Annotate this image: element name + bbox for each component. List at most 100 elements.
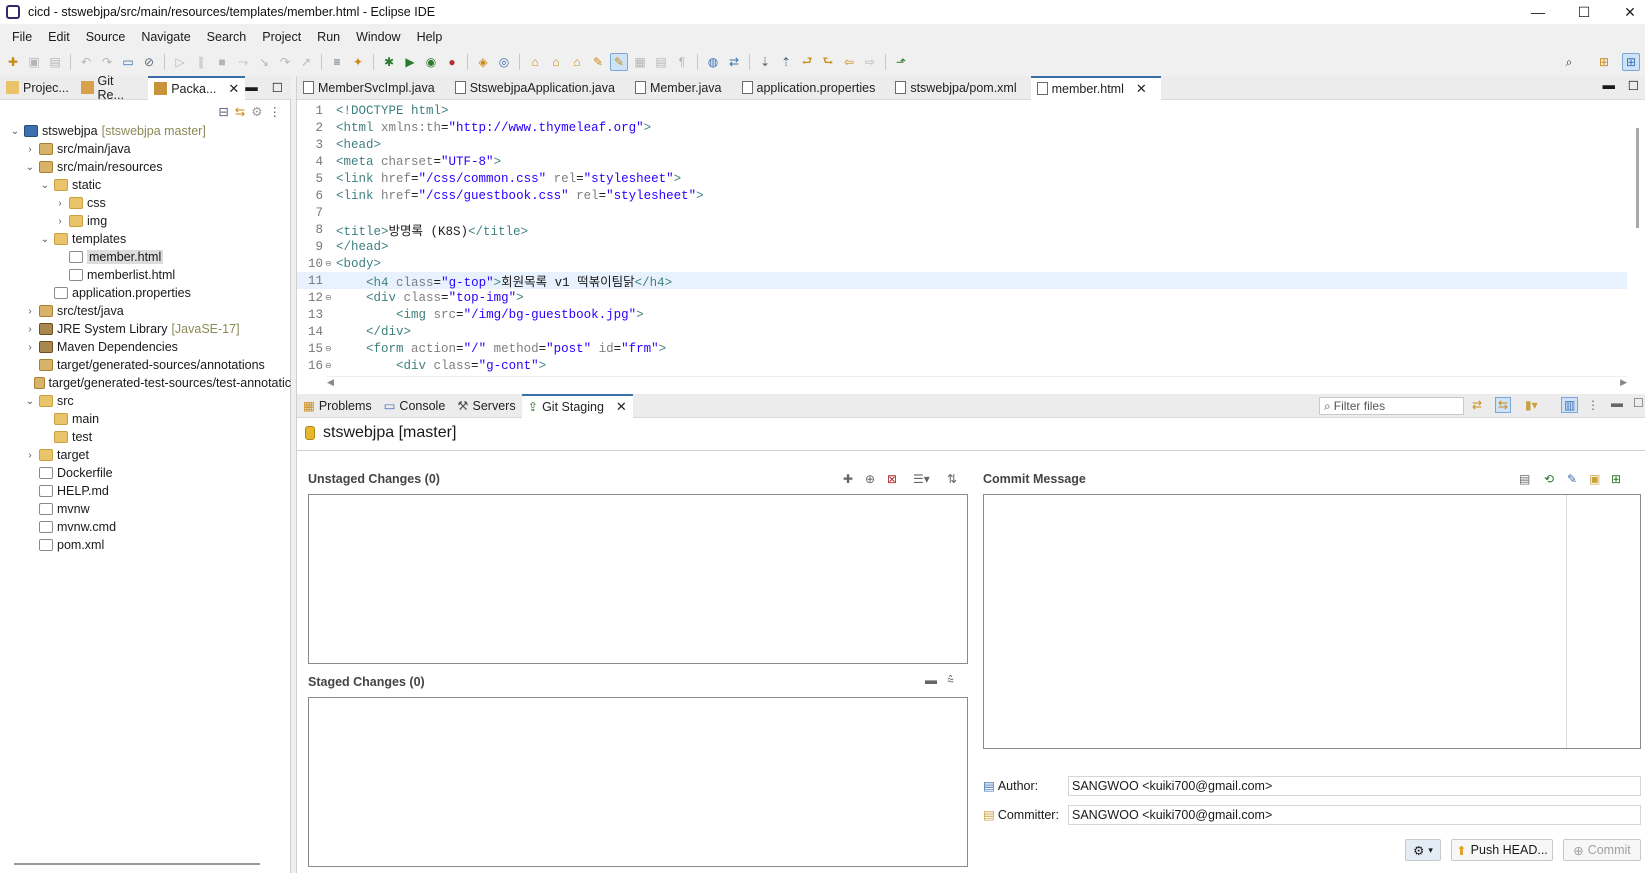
prev-annotation-icon[interactable]: ⇡ <box>777 53 795 71</box>
code-line[interactable]: 14 </div> <box>297 323 1627 340</box>
tab-project-explorer[interactable]: Projec... <box>0 76 75 100</box>
editor-horizontal-scrollbar[interactable]: ◀ ▶ <box>327 376 1627 388</box>
link-with-editor-icon[interactable]: ⇆ <box>235 104 245 119</box>
tree-item[interactable]: HELP.md <box>0 482 291 500</box>
tree-item[interactable]: Dockerfile <box>0 464 291 482</box>
twisty-icon[interactable]: ⌄ <box>23 162 37 173</box>
undo-icon[interactable]: ↶ <box>77 53 95 71</box>
tree-item[interactable]: mvnw <box>0 500 291 518</box>
step-over-icon[interactable]: ↷ <box>276 53 294 71</box>
step-into-icon[interactable]: ↘ <box>255 53 273 71</box>
back-icon[interactable]: ⇦ <box>840 53 858 71</box>
commit-history-icon[interactable]: ▤ <box>1519 472 1530 486</box>
code-line[interactable]: 16 ⊖ <div class="g-cont"> <box>297 357 1627 374</box>
suspend-icon[interactable]: ∥ <box>192 53 210 71</box>
maximize-view-icon[interactable]: ☐ <box>272 80 283 95</box>
tree-item[interactable]: ⌄ src <box>0 392 291 410</box>
twisty-icon[interactable]: ⌄ <box>38 180 52 191</box>
terminate-icon[interactable]: ■ <box>213 53 231 71</box>
search-tool-icon[interactable]: ✎ <box>589 53 607 71</box>
editor-tab[interactable]: MemberSvcImpl.java <box>297 76 449 100</box>
author-field[interactable]: SANGWOO <kuiki700@gmail.com> <box>1068 776 1641 796</box>
tree-item[interactable]: › src/main/java <box>0 140 291 158</box>
unstaged-changes-list[interactable] <box>308 494 968 664</box>
code-line[interactable]: 7 <box>297 204 1627 221</box>
redo-icon[interactable]: ↷ <box>98 53 116 71</box>
open-task-icon[interactable]: ⌂ <box>547 53 565 71</box>
minimize-view-icon[interactable]: ▬ <box>245 80 258 95</box>
editor-tab[interactable]: Member.java <box>629 76 736 100</box>
open-perspective-icon[interactable]: ⊞ <box>1595 53 1613 71</box>
tree-item[interactable]: pom.xml <box>0 536 291 554</box>
last-edit-icon[interactable]: ⮐ <box>798 53 816 71</box>
code-line[interactable]: 4 <meta charset="UTF-8"> <box>297 153 1627 170</box>
step-return-icon[interactable]: ↗ <box>297 53 315 71</box>
ignore-icon[interactable]: ⊠ <box>887 472 897 486</box>
code-editor[interactable]: 1 <!DOCTYPE html> 2 <html xmlns:th="http://… <box>297 102 1627 373</box>
menu-item[interactable]: Source <box>78 30 134 44</box>
new-class-icon[interactable]: ◎ <box>495 53 513 71</box>
run-icon[interactable]: ▶ <box>401 53 419 71</box>
tree-item[interactable]: member.html <box>0 248 291 266</box>
twisty-icon[interactable]: › <box>23 450 37 461</box>
tree-item[interactable]: memberlist.html <box>0 266 291 284</box>
forward-edit-icon[interactable]: ⮑ <box>819 53 837 71</box>
minimize-editor-icon[interactable]: ▬ <box>1603 78 1616 92</box>
tree-item[interactable]: › Maven Dependencies <box>0 338 291 356</box>
search-icon[interactable]: ⌕ <box>1560 53 1578 71</box>
signed-off-icon[interactable]: ✎ <box>1567 472 1577 486</box>
tree-item[interactable]: ⌄ src/main/resources <box>0 158 291 176</box>
debug-icon[interactable]: ✱ <box>380 53 398 71</box>
committer-field[interactable]: SANGWOO <kuiki700@gmail.com> <box>1068 805 1641 825</box>
tree-item[interactable]: › JRE System Library [JavaSE-17] <box>0 320 291 338</box>
terminal-icon[interactable]: ▭ <box>119 53 137 71</box>
next-annotation-icon[interactable]: ⇣ <box>756 53 774 71</box>
editor-tab[interactable]: stswebjpa/pom.xml <box>889 76 1030 100</box>
add-to-index-icon[interactable]: ✚ <box>843 472 853 486</box>
remove-from-index-icon[interactable]: ▬ <box>925 673 937 687</box>
tree-item[interactable]: ⌄ templates <box>0 230 291 248</box>
open-type-icon[interactable]: ⌂ <box>526 53 544 71</box>
show-whitespace-icon[interactable]: ¶ <box>673 53 691 71</box>
push-head-button[interactable]: ⬆ Push HEAD... <box>1451 839 1553 861</box>
tree-item[interactable]: › src/test/java <box>0 302 291 320</box>
minimize-button[interactable]: — <box>1515 0 1561 24</box>
close-button[interactable]: ✕ <box>1607 0 1645 24</box>
maximize-editor-icon[interactable]: ☐ <box>1628 78 1639 93</box>
menu-item[interactable]: Navigate <box>133 30 198 44</box>
horizontal-scrollbar[interactable] <box>14 863 260 865</box>
tree-item[interactable]: ⌄ static <box>0 176 291 194</box>
scroll-left-icon[interactable]: ◀ <box>327 377 334 388</box>
block-selection-icon[interactable]: ▦ <box>631 53 649 71</box>
twisty-icon[interactable]: › <box>23 144 37 155</box>
pin-editor-icon[interactable]: ⬏ <box>892 53 910 71</box>
java-perspective-icon[interactable]: ⊞ <box>1622 53 1640 71</box>
maximize-button[interactable]: ☐ <box>1561 0 1607 24</box>
tab-package-explorer[interactable]: Packa... ✕ <box>148 75 246 100</box>
tab-console[interactable]: ▭ Console <box>378 394 452 418</box>
tree-item[interactable]: › css <box>0 194 291 212</box>
code-line[interactable]: 10 ⊖ <body> <box>297 255 1627 272</box>
add-all-icon[interactable]: ⊕ <box>865 472 875 486</box>
tab-git-staging[interactable]: ⇪ Git Staging ✕ <box>521 393 633 418</box>
save-icon[interactable]: ▣ <box>25 53 43 71</box>
tab-problems[interactable]: ▦ Problems <box>297 394 378 418</box>
disconnect-icon[interactable]: ⤳ <box>234 53 252 71</box>
tree-item[interactable]: main <box>0 410 291 428</box>
close-icon[interactable]: ✕ <box>1136 81 1147 97</box>
menu-item[interactable]: Project <box>254 30 309 44</box>
change-id-icon[interactable]: ⊞ <box>1611 472 1621 486</box>
fold-toggle-icon[interactable]: ⊖ <box>325 361 333 371</box>
editor-tab[interactable]: application.properties <box>736 76 890 100</box>
tree-item[interactable]: › target <box>0 446 291 464</box>
filter-files-input[interactable]: ⌕ Filter files <box>1319 397 1464 415</box>
twisty-icon[interactable]: ⌄ <box>8 126 22 137</box>
collapse-all-icon[interactable]: ⊟ <box>218 104 228 119</box>
fold-toggle-icon[interactable]: ⊖ <box>325 344 333 354</box>
twisty-icon[interactable]: › <box>23 324 37 335</box>
new-java-project-icon[interactable]: ◈ <box>474 53 492 71</box>
fold-toggle-icon[interactable]: ⊖ <box>325 259 333 269</box>
twisty-icon[interactable]: ⌄ <box>38 234 52 245</box>
coverage-icon[interactable]: ◉ <box>422 53 440 71</box>
tree-item[interactable]: test <box>0 428 291 446</box>
